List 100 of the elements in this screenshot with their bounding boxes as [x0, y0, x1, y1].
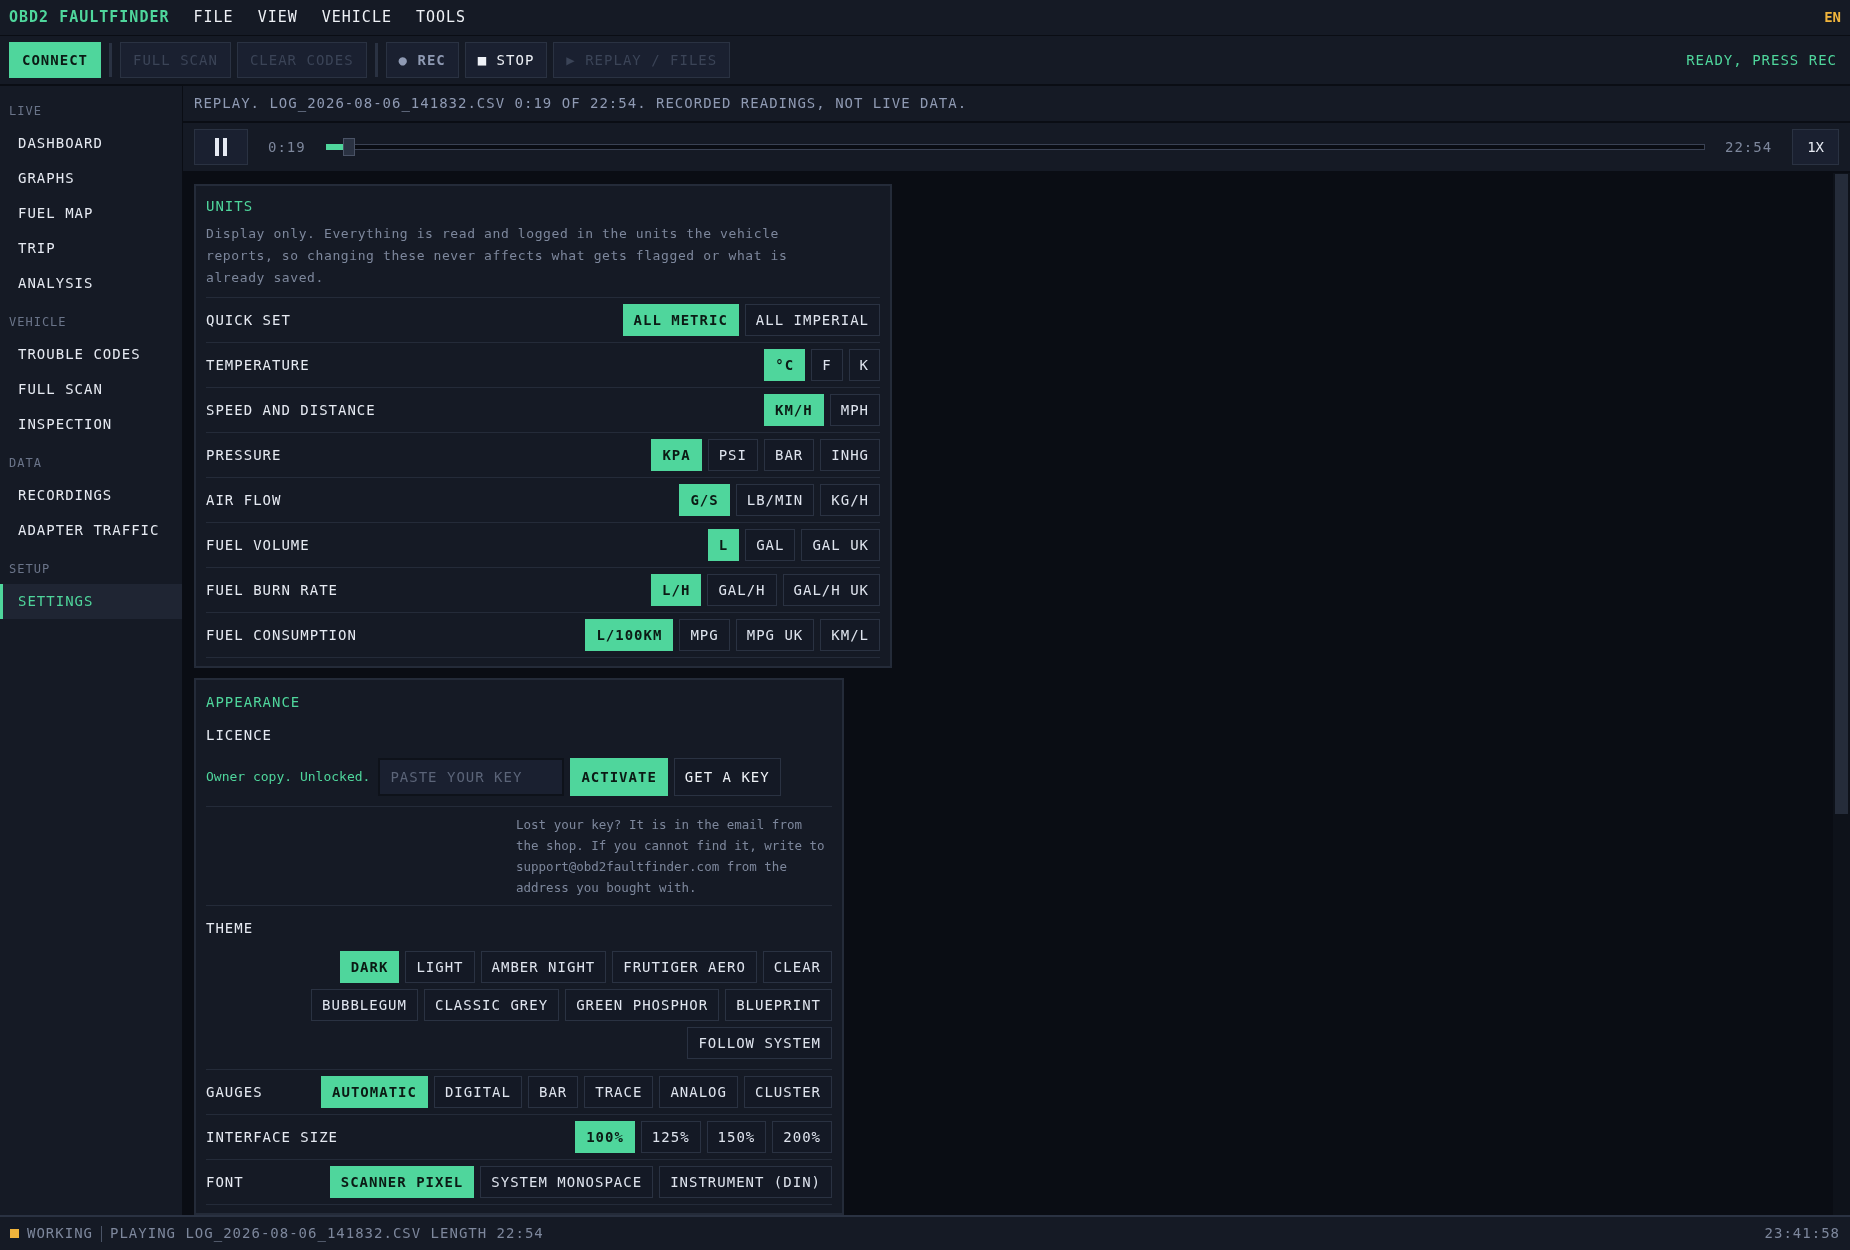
option-button[interactable]: BLUEPRINT — [725, 989, 832, 1021]
sidebar-item[interactable]: GRAPHS — [0, 161, 182, 196]
licence-status: Owner copy. Unlocked. — [206, 768, 371, 787]
option-button[interactable]: DIGITAL — [433, 1076, 522, 1108]
option-button[interactable]: LIGHT — [405, 951, 475, 983]
sidebar-heading: LIVE — [8, 103, 43, 120]
option-button[interactable]: LB/MIN — [735, 484, 815, 516]
licence-button[interactable]: ACTIVATE — [570, 758, 668, 796]
units-description: Display only. Everything is read and logged in the units the vehicle reports, so changing these never affects what gets flagged or what is already saved. — [206, 223, 880, 298]
pause-icon — [213, 138, 229, 156]
option-button[interactable]: KM/L — [820, 619, 880, 651]
option-button[interactable]: INSTRUMENT (DIN) — [659, 1166, 832, 1198]
status-state: WORKING — [27, 1224, 93, 1243]
panel-title: UNITS — [206, 197, 255, 216]
option-button[interactable]: GAL UK — [801, 529, 880, 561]
option-button[interactable]: DARK — [339, 951, 400, 983]
sidebar-item[interactable]: SETTINGS — [0, 584, 182, 619]
toolbar-button[interactable]: ■ STOP — [464, 42, 548, 78]
option-button[interactable]: F — [811, 349, 843, 381]
option-button[interactable]: BAR — [527, 1076, 579, 1108]
option-button[interactable]: FRUTIGER AERO — [612, 951, 757, 983]
option-button[interactable]: °C — [764, 349, 806, 381]
option-button[interactable]: GAL — [745, 529, 796, 561]
option-button[interactable]: 100% — [575, 1121, 635, 1153]
option-button[interactable]: GAL/H — [707, 574, 777, 606]
sidebar-item[interactable]: ADAPTER TRAFFIC — [0, 513, 182, 548]
option-button[interactable]: INHG — [820, 439, 880, 471]
elapsed-time: 0:19 — [268, 137, 306, 157]
setting-label: AIR FLOW — [206, 490, 282, 510]
menu-item[interactable]: FILE — [193, 6, 234, 29]
pause-button[interactable] — [194, 129, 248, 165]
menu-item[interactable]: TOOLS — [415, 6, 467, 29]
speed-button[interactable]: 1X — [1792, 129, 1839, 165]
scrollbar[interactable] — [1833, 173, 1850, 1215]
option-button[interactable]: SYSTEM MONOSPACE — [480, 1166, 654, 1198]
setting-label: INTERFACE SIZE — [206, 1127, 338, 1147]
replay-notice-text: REPLAY. LOG_2026-08-06_141832.CSV 0:19 OF 22:54. RECORDED READINGS, NOT LIVE DATA. — [194, 94, 968, 114]
option-button[interactable]: SCANNER PIXEL — [329, 1166, 475, 1198]
sidebar-item[interactable]: FUEL MAP — [0, 196, 182, 231]
option-button[interactable]: CLASSIC GREY — [423, 989, 560, 1021]
option-button[interactable]: PSI — [707, 439, 758, 471]
option-button[interactable]: ALL IMPERIAL — [744, 304, 880, 336]
setting-label: GAUGES — [206, 1082, 263, 1102]
seek-slider[interactable] — [325, 138, 1705, 156]
option-button[interactable]: G/S — [679, 484, 730, 516]
sidebar-heading: SETUP — [8, 561, 52, 578]
setting-label: FUEL VOLUME — [206, 535, 310, 555]
setting-label: FONT — [206, 1172, 244, 1192]
option-button[interactable]: L/100KM — [585, 619, 674, 651]
option-button[interactable]: 125% — [640, 1121, 701, 1153]
setting-label: SPEED AND DISTANCE — [206, 400, 376, 420]
language-indicator[interactable]: EN — [1824, 7, 1841, 28]
option-button[interactable]: 150% — [706, 1121, 767, 1153]
menu-item[interactable]: VEHICLE — [321, 6, 392, 29]
option-button[interactable]: GREEN PHOSPHOR — [565, 989, 720, 1021]
panel-title: APPEARANCE — [206, 693, 302, 712]
option-button[interactable]: L/H — [651, 574, 702, 606]
option-button[interactable]: KM/H — [764, 394, 824, 426]
option-button[interactable]: TRACE — [584, 1076, 654, 1108]
key-input-field[interactable]: PASTE YOUR KEY — [378, 758, 565, 796]
setting-label: FUEL BURN RATE — [206, 580, 338, 600]
option-button[interactable]: CLUSTER — [744, 1076, 832, 1108]
licence-button[interactable]: GET A KEY — [673, 758, 781, 796]
total-time: 22:54 — [1725, 137, 1773, 157]
option-button[interactable]: MPG — [679, 619, 730, 651]
option-button[interactable]: AUTOMATIC — [321, 1076, 428, 1108]
option-button[interactable]: FOLLOW SYSTEM — [687, 1027, 832, 1059]
status-text: READY, PRESS REC — [1686, 50, 1837, 70]
setting-label: PRESSURE — [206, 445, 282, 465]
option-button[interactable]: CLEAR — [762, 951, 832, 983]
toolbar-button[interactable]: ● REC — [385, 42, 459, 78]
option-button[interactable]: MPH — [829, 394, 880, 426]
sidebar-item[interactable]: FULL SCAN — [0, 372, 182, 407]
section-heading: LICENCE — [206, 726, 273, 745]
sidebar-heading: VEHICLE — [8, 314, 68, 331]
sidebar-item[interactable]: TRIP — [0, 231, 182, 266]
option-button[interactable]: MPG UK — [735, 619, 815, 651]
option-button[interactable]: KG/H — [820, 484, 880, 516]
setting-label: QUICK SET — [206, 310, 291, 330]
menu-item[interactable]: VIEW — [257, 6, 298, 29]
sidebar-item[interactable]: RECORDINGS — [0, 478, 182, 513]
sidebar-item[interactable]: ANALYSIS — [0, 266, 182, 301]
setting-label: THEME — [206, 919, 255, 938]
option-button[interactable]: GAL/H UK — [782, 574, 880, 606]
toolbar-button[interactable]: CONNECT — [9, 42, 101, 78]
option-button[interactable]: KPA — [651, 439, 702, 471]
option-button[interactable]: 200% — [772, 1121, 832, 1153]
status-message: PLAYING LOG_2026-08-06_141832.CSV LENGTH 22:54 — [110, 1224, 544, 1244]
option-button[interactable]: ALL METRIC — [622, 304, 739, 336]
app-title: OBD2 FAULTFINDER — [9, 7, 170, 29]
option-button[interactable]: ANALOG — [659, 1076, 738, 1108]
sidebar-item[interactable]: DASHBOARD — [0, 126, 182, 161]
option-button[interactable]: BAR — [764, 439, 815, 471]
option-button[interactable]: L — [707, 529, 740, 561]
sidebar-item[interactable]: INSPECTION — [0, 407, 182, 442]
option-button[interactable]: K — [848, 349, 880, 381]
sidebar-item[interactable]: TROUBLE CODES — [0, 337, 182, 372]
option-button[interactable]: AMBER NIGHT — [480, 951, 607, 983]
licence-help-text: Lost your key? It is in the email from the shop. If you cannot find it, write to support@obd2faultfinder.com from the address you bought with. — [516, 816, 826, 897]
option-button[interactable]: BUBBLEGUM — [311, 989, 418, 1021]
